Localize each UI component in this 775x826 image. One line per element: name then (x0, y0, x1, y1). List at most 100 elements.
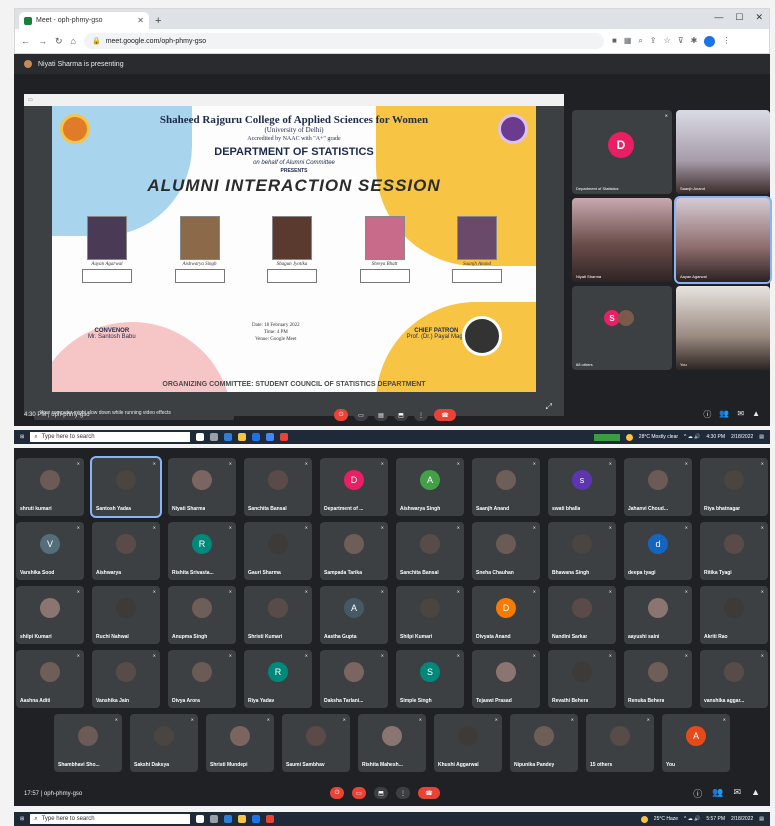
participant-tile[interactable]: ✕ shruti kumari (16, 458, 84, 516)
activities-icon[interactable]: ▲ (752, 409, 760, 420)
filter-icon[interactable]: ⊽ (678, 36, 684, 47)
participant-tile[interactable]: ✕ Khushi Aggarwal (434, 714, 502, 772)
participant-tile[interactable]: ✕ Bhawana Singh (548, 522, 616, 580)
taskbar-search[interactable]: ⌕ Type here to search (30, 814, 191, 824)
participant-tile[interactable]: ✕ Akriti Rao (700, 586, 768, 644)
activities-icon[interactable]: ▲ (751, 787, 760, 800)
camera-icon[interactable]: ■ (612, 36, 617, 47)
participant-tile[interactable]: ✕ Shambhavi Sho... (54, 714, 122, 772)
star-icon[interactable]: ☆ (664, 36, 671, 47)
grid-icon[interactable]: ▦ (624, 36, 632, 47)
participant-tile[interactable]: ✕ Shristi Kumari (244, 586, 312, 644)
participant-tile[interactable]: A ✕ Aishwarya Singh (396, 458, 464, 516)
file-explorer-icon[interactable] (238, 433, 247, 441)
participant-tile[interactable]: Saanjh Anand (676, 110, 770, 194)
participant-tile[interactable]: ✕ Niyati Sharma (168, 458, 236, 516)
participant-tile[interactable]: ✕ Revathi Behera (548, 650, 616, 708)
new-tab-icon[interactable]: + (149, 15, 167, 29)
participant-tile[interactable]: Niyati Sharma (572, 198, 672, 282)
zoom-icon[interactable]: ⌕ (638, 36, 642, 47)
participant-tile[interactable]: ✕ Renuka Behera (624, 650, 692, 708)
participant-tile[interactable]: ✕ Shristi Mundepi (206, 714, 274, 772)
edge-icon[interactable] (224, 815, 233, 823)
participant-tile[interactable]: R ✕ Riya Yadav (244, 650, 312, 708)
cortana-icon[interactable] (196, 433, 205, 441)
participant-tile[interactable]: ✕ Tejaswi Prasad (472, 650, 540, 708)
battery-indicator[interactable] (593, 433, 620, 441)
camera-off-icon[interactable]: ▭ (352, 787, 366, 799)
participant-tile[interactable]: S ✕ Simple Singh (396, 650, 464, 708)
mail-icon[interactable] (266, 815, 275, 823)
participant-tile[interactable]: ✕ vanshika aggar... (700, 650, 768, 708)
present-icon[interactable]: ⬒ (394, 409, 408, 421)
address-bar[interactable]: 🔒 meet.google.com/oph-phmy-gso (83, 33, 604, 49)
participant-tile[interactable]: ✕ Anupma Singh (168, 586, 236, 644)
profile-avatar[interactable] (704, 35, 716, 47)
participant-tile[interactable]: ✕ Sneha Chauhan (472, 522, 540, 580)
edge-icon[interactable] (224, 433, 233, 441)
task-view-icon[interactable] (210, 815, 219, 823)
windows-start-icon[interactable]: ⊞ (20, 816, 24, 822)
participant-tile[interactable]: ✕ aayushi saini (624, 586, 692, 644)
participant-tile[interactable]: s ✕ swati bhalla (548, 458, 616, 516)
present-icon[interactable]: ⬒ (374, 787, 388, 799)
participant-tile[interactable]: ✕ Sanchita Bansal (396, 522, 464, 580)
chrome-icon[interactable] (252, 815, 261, 823)
participant-tile[interactable]: ✕ Saumi Sambhav (282, 714, 350, 772)
reload-icon[interactable]: ↻ (55, 36, 63, 47)
chat-icon[interactable]: ✉ (737, 409, 744, 420)
taskbar-search[interactable]: ⌕ Type here to search (30, 432, 191, 442)
close-tab-icon[interactable]: ✕ (137, 16, 144, 25)
maximize-icon[interactable]: ☐ (735, 12, 743, 23)
file-explorer-icon[interactable] (238, 815, 247, 823)
cortana-icon[interactable] (196, 815, 205, 823)
participant-tile[interactable]: ✕ Gauri Sharma (244, 522, 312, 580)
participant-tile[interactable]: ✕ Ruchi Nahwal (92, 586, 160, 644)
info-icon[interactable]: ⓘ (693, 787, 702, 800)
back-icon[interactable]: ← (21, 36, 30, 46)
participant-tile[interactable]: ✕ Sakshi Daksya (130, 714, 198, 772)
close-window-icon[interactable]: ✕ (755, 12, 763, 23)
participant-tile[interactable]: S 68 others (572, 286, 672, 370)
weather-text[interactable]: 25°C Haze (654, 816, 678, 822)
puzzle-icon[interactable]: ✱ (691, 36, 698, 47)
minimize-icon[interactable]: — (714, 12, 723, 23)
camera-toggle-icon[interactable]: ▭ (354, 409, 368, 421)
notifications-icon[interactable]: ▤ (759, 816, 764, 822)
participant-tile[interactable]: D ✕ Department of ... (320, 458, 388, 516)
participant-tile[interactable]: ✕ Nipunika Pandey (510, 714, 578, 772)
participant-tile[interactable]: A ✕ You (662, 714, 730, 772)
participant-tile[interactable]: d ✕ deepa tyagi (624, 522, 692, 580)
participant-tile[interactable]: ✕ Nandini Sarkar (548, 586, 616, 644)
end-call-icon[interactable]: ☎ (418, 787, 440, 799)
share-icon[interactable]: ⇪ (650, 36, 657, 47)
participant-tile[interactable]: ✕ Riya bhatnagar (700, 458, 768, 516)
browser-tab[interactable]: Meet - oph-phmy-gso ✕ (19, 12, 149, 29)
participant-tile[interactable]: ✕ Shilpi Kumari (396, 586, 464, 644)
participant-tile[interactable]: ✕ Aishwarya (92, 522, 160, 580)
weather-text[interactable]: 28°C Mostly clear (639, 434, 678, 440)
windows-start-icon[interactable]: ⊞ (20, 434, 24, 440)
participant-tile[interactable]: A ✕ Aastha Gupta (320, 586, 388, 644)
chat-icon[interactable]: ✉ (734, 787, 742, 800)
store-icon[interactable] (266, 433, 275, 441)
clock-time[interactable]: 4:30 PM (706, 434, 725, 440)
participant-tile[interactable]: ✕ Daksha Tarlani... (320, 650, 388, 708)
home-icon[interactable]: ⌂ (71, 36, 76, 46)
participant-tile[interactable]: ✕ Jahanvi Choud... (624, 458, 692, 516)
chrome-icon[interactable] (252, 433, 261, 441)
notifications-icon[interactable]: ▤ (759, 434, 764, 440)
participant-tile[interactable]: ✕ Divya Arora (168, 650, 236, 708)
participant-tile[interactable]: D ✕ Divyata Anand (472, 586, 540, 644)
participant-tile[interactable]: ✕ Rishita Mahesh... (358, 714, 426, 772)
participant-tile[interactable]: ✕ Sanchita Bansal (244, 458, 312, 516)
participant-tile[interactable]: V ✕ Varshika Sood (16, 522, 84, 580)
participant-tile[interactable]: ✕ Saanjh Anand (472, 458, 540, 516)
info-icon[interactable]: ⓘ (703, 409, 711, 420)
participant-tile[interactable]: D ✕ Department of Statistics (572, 110, 672, 194)
participant-tile[interactable]: Aayan Agarwal (674, 196, 772, 284)
mail-icon[interactable] (280, 433, 289, 441)
forward-icon[interactable]: → (38, 36, 47, 46)
participant-tile[interactable]: ✕ 15 others (586, 714, 654, 772)
tray-icons[interactable]: ^ ☁ 🔊 (684, 434, 700, 440)
